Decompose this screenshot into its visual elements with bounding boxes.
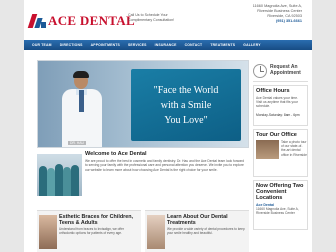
- feature-boxes: Esthetic Braces for Children, Teens & Ad…: [37, 210, 249, 252]
- nav-item-services[interactable]: SERVICES: [128, 43, 147, 47]
- welcome-text: We are proud to offer the best in cosmet…: [85, 159, 245, 172]
- team-member: [63, 167, 71, 196]
- office-photo: [256, 140, 279, 159]
- locations-title: Now Offering Two Convenient Locations: [256, 183, 304, 201]
- hero-banner: DR. HAU "Face the World with a Smile You…: [37, 60, 249, 148]
- treatments-photo: [147, 215, 165, 249]
- office-hours-box: Office Hours Ace Dental values your time…: [253, 85, 308, 126]
- hero-quote-line-2: with a Smile: [160, 99, 212, 111]
- braces-feature-box[interactable]: Esthetic Braces for Children, Teens & Ad…: [37, 210, 141, 252]
- site-header: ACE DENTAL Call Us to Schedule Your Comp…: [24, 0, 312, 40]
- main-nav: OUR TEAM DIRECTIONS APPOINTMENTS SERVICE…: [24, 40, 312, 50]
- hero-quote-card: "Face the World with a Smile You Love": [131, 69, 241, 141]
- sidebar: Request An Appointment Office Hours Ace …: [253, 60, 308, 230]
- logo-text-ace: ACE: [48, 13, 77, 28]
- office-hours-line: Monday-Saturday: 8am - 6pm: [256, 112, 300, 117]
- header-address: 11660 Magnolia Ave, Suite A, Riverside B…: [253, 4, 302, 24]
- request-appointment-link[interactable]: Request An Appointment: [253, 60, 308, 82]
- team-member: [71, 165, 79, 196]
- appointment-label-2: Appointment: [270, 69, 301, 76]
- office-hours-description: Ace Dental values your time. Visit us an…: [256, 96, 298, 109]
- nav-item-contact[interactable]: CONTACT: [185, 43, 203, 47]
- treatments-text: We provide a wide variety of dental proc…: [167, 227, 245, 236]
- nav-item-treatments[interactable]: TREATMENTS: [210, 43, 235, 47]
- logo-mark-icon: [27, 14, 46, 28]
- logo-text: ACE DENTAL: [48, 13, 135, 29]
- clock-icon: [253, 63, 267, 78]
- hero-caption: DR. HAU: [68, 141, 86, 145]
- team-photo: [37, 154, 82, 196]
- nav-item-insurance[interactable]: INSURANCE: [155, 43, 177, 47]
- office-hours-title: Office Hours: [256, 88, 290, 94]
- tour-office-title: Tour Our Office: [256, 132, 297, 138]
- logo-text-dental: DENTAL: [79, 13, 135, 28]
- main-content: DR. HAU "Face the World with a Smile You…: [24, 50, 312, 252]
- tour-office-text: Take a photo tour of our state-of-the-ar…: [281, 140, 307, 157]
- braces-title: Esthetic Braces for Children, Teens & Ad…: [59, 214, 133, 226]
- braces-photo: [39, 215, 57, 249]
- treatments-feature-box[interactable]: Learn About Our Dental Treatments We pro…: [145, 210, 249, 252]
- call-to-action-text: Call Us to Schedule Your Complimentary C…: [128, 13, 188, 22]
- tour-office-box[interactable]: Tour Our Office Take a photo tour of our…: [253, 129, 308, 177]
- nav-item-our-team[interactable]: OUR TEAM: [32, 43, 52, 47]
- location-address: 11660 Magnolia Ave, Suite A, Riverside B…: [256, 207, 299, 216]
- page: ACE DENTAL Call Us to Schedule Your Comp…: [0, 0, 336, 252]
- nav-item-gallery[interactable]: GALLERY: [243, 43, 260, 47]
- nav-item-appointments[interactable]: APPOINTMENTS: [91, 43, 120, 47]
- call-line-2: Complimentary Consultation!: [128, 17, 175, 22]
- doctor-hair: [73, 71, 89, 78]
- logo[interactable]: ACE DENTAL: [27, 13, 135, 29]
- nav-item-directions[interactable]: DIRECTIONS: [60, 43, 83, 47]
- welcome-section: Welcome to Ace Dental We are proud to of…: [37, 151, 249, 203]
- braces-text: Understand from braces to Invisalign, we…: [59, 227, 124, 236]
- team-member: [55, 164, 63, 196]
- team-member: [39, 166, 47, 196]
- doctor-photo: [60, 69, 104, 147]
- phone-link[interactable]: (951) 351-6661: [253, 19, 302, 24]
- locations-box: Now Offering Two Convenient Locations Ac…: [253, 180, 308, 230]
- doctor-tie: [79, 90, 84, 112]
- hero-quote-line-1: "Face the World: [153, 84, 219, 96]
- treatments-title: Learn About Our Dental Treatments: [167, 214, 228, 226]
- appointment-label: Request An Appointment: [270, 64, 301, 77]
- tour-office-inner: Take a photo tour of our state-of-the-ar…: [256, 140, 307, 160]
- welcome-title: Welcome to Ace Dental: [85, 151, 147, 157]
- team-member: [47, 168, 55, 196]
- hero-quote-line-3: You Love": [164, 114, 208, 126]
